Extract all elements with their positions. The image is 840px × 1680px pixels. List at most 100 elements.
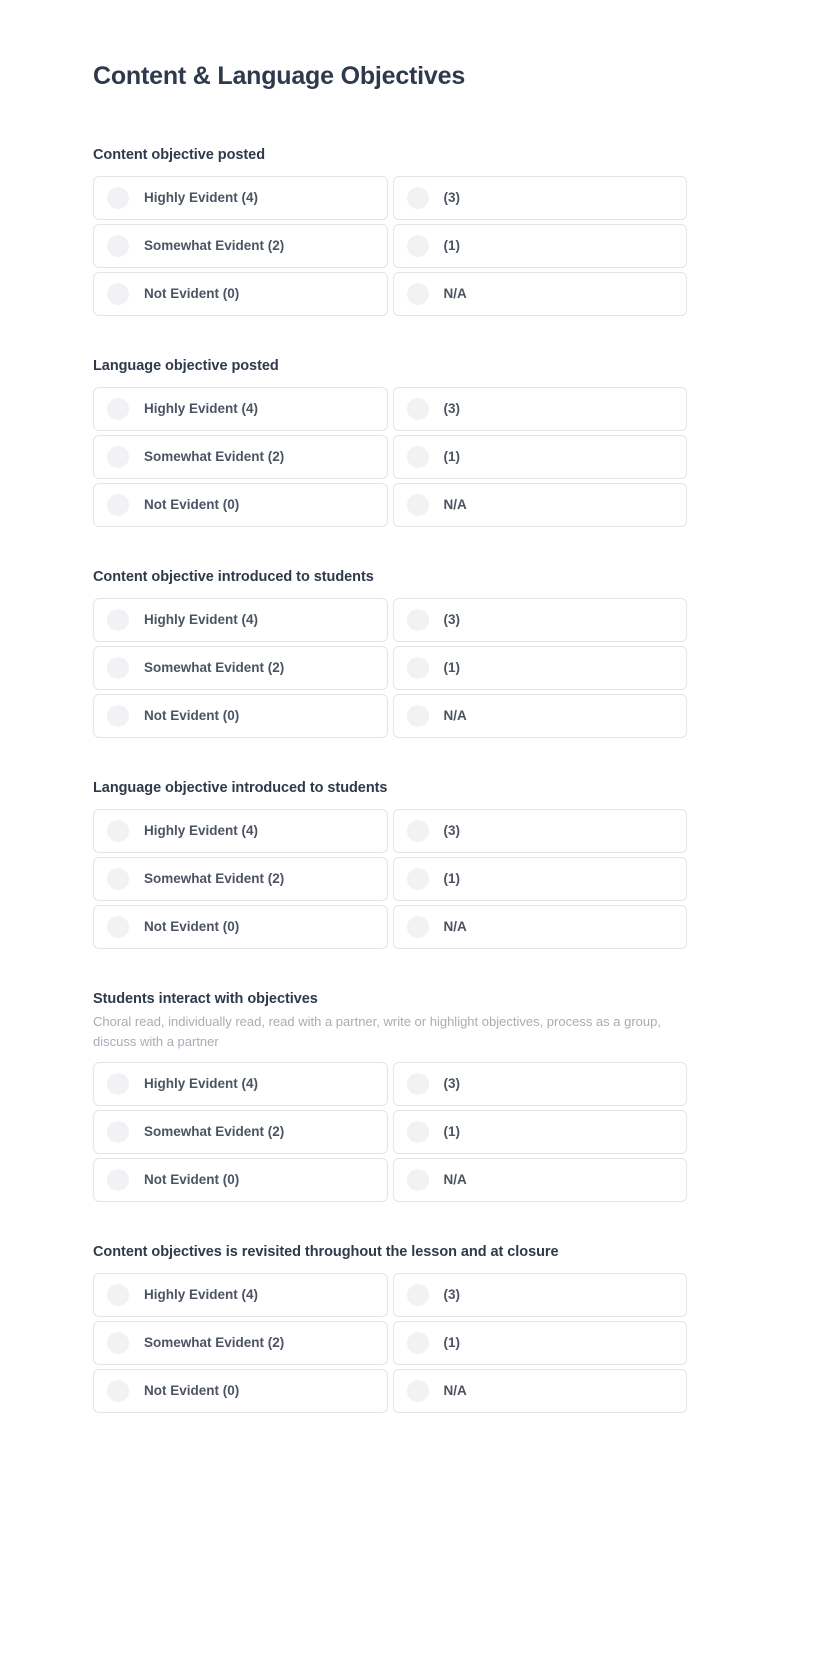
radio-unselected-icon[interactable] (107, 494, 129, 516)
option-label: Somewhat Evident (2) (144, 660, 285, 675)
option-label: (1) (443, 1335, 461, 1350)
radio-unselected-icon[interactable] (107, 820, 129, 842)
option-label: Somewhat Evident (2) (144, 449, 285, 464)
option-card[interactable]: N/A (392, 272, 687, 316)
radio-unselected-icon[interactable] (406, 657, 429, 679)
radio-unselected-icon[interactable] (406, 705, 429, 727)
option-label: Not Evident (0) (144, 919, 240, 934)
option-card[interactable]: Highly Evident (4) (93, 809, 388, 853)
radio-unselected-icon[interactable] (406, 1169, 429, 1191)
option-card[interactable]: (3) (392, 1062, 687, 1106)
option-label: (1) (443, 1124, 461, 1139)
option-label: N/A (443, 1383, 467, 1398)
radio-unselected-icon[interactable] (107, 1284, 129, 1306)
radio-unselected-icon[interactable] (107, 705, 129, 727)
options-grid: Highly Evident (4) (3) Somewhat Evident (2… (93, 1273, 687, 1413)
option-card[interactable]: Highly Evident (4) (93, 387, 388, 431)
option-card[interactable]: (1) (392, 857, 687, 901)
option-card[interactable]: (1) (392, 1110, 687, 1154)
option-card[interactable]: Highly Evident (4) (93, 1062, 388, 1106)
option-card[interactable]: (1) (392, 646, 687, 690)
radio-unselected-icon[interactable] (107, 187, 129, 209)
option-card[interactable]: Somewhat Evident (2) (93, 646, 388, 690)
radio-unselected-icon[interactable] (107, 868, 129, 890)
radio-unselected-icon[interactable] (107, 657, 129, 679)
section-title: Content objectives is revisited througho… (93, 1244, 559, 1260)
option-card[interactable]: Somewhat Evident (2) (93, 224, 388, 268)
option-label: (3) (443, 1076, 461, 1091)
question-section-language-objective-posted: Language objective posted Highly Evident … (93, 356, 687, 527)
radio-unselected-icon[interactable] (107, 283, 129, 305)
radio-unselected-icon[interactable] (406, 609, 429, 631)
radio-unselected-icon[interactable] (107, 446, 129, 468)
radio-unselected-icon[interactable] (406, 235, 429, 257)
radio-unselected-icon[interactable] (406, 187, 429, 209)
option-card[interactable]: (1) (392, 224, 687, 268)
options-grid: Highly Evident (4) (3) Somewhat Evident (2… (93, 176, 687, 316)
radio-unselected-icon[interactable] (406, 398, 429, 420)
option-card[interactable]: N/A (392, 483, 687, 527)
option-card[interactable]: Not Evident (0) (93, 694, 388, 738)
option-card[interactable]: N/A (392, 1369, 687, 1413)
radio-unselected-icon[interactable] (406, 1121, 429, 1143)
radio-unselected-icon[interactable] (406, 1332, 429, 1354)
option-card[interactable]: N/A (392, 694, 687, 738)
options-grid: Highly Evident (4) (3) Somewhat Evident (2… (93, 598, 687, 738)
section-title: Content objective introduced to students (93, 569, 374, 585)
question-section-students-interact-with-objectives: Students interact with objectives Choral … (93, 989, 687, 1202)
options-grid: Highly Evident (4) (3) Somewhat Evident (2… (93, 809, 687, 949)
radio-unselected-icon[interactable] (107, 609, 129, 631)
option-label: (3) (443, 401, 461, 416)
option-label: (1) (443, 660, 461, 675)
option-card[interactable]: Highly Evident (4) (93, 1273, 388, 1317)
option-card[interactable]: (3) (392, 1273, 687, 1317)
question-section-language-objective-introduced: Language objective introduced to student… (93, 778, 687, 949)
option-card[interactable]: Somewhat Evident (2) (93, 1321, 388, 1365)
option-card[interactable]: Somewhat Evident (2) (93, 857, 388, 901)
option-card[interactable]: (3) (392, 387, 687, 431)
radio-unselected-icon[interactable] (107, 1073, 129, 1095)
radio-unselected-icon[interactable] (406, 1380, 429, 1402)
radio-unselected-icon[interactable] (406, 1284, 429, 1306)
option-card[interactable]: N/A (392, 905, 687, 949)
option-card[interactable]: (1) (392, 1321, 687, 1365)
radio-unselected-icon[interactable] (406, 820, 429, 842)
option-card[interactable]: Not Evident (0) (93, 1158, 388, 1202)
radio-unselected-icon[interactable] (406, 446, 429, 468)
option-label: Somewhat Evident (2) (144, 238, 285, 253)
radio-unselected-icon[interactable] (107, 1169, 129, 1191)
option-card[interactable]: Highly Evident (4) (93, 176, 388, 220)
option-label: (3) (443, 1287, 461, 1302)
option-card[interactable]: N/A (392, 1158, 687, 1202)
options-grid: Highly Evident (4) (3) Somewhat Evident (2… (93, 1062, 687, 1202)
option-card[interactable]: (1) (392, 435, 687, 479)
section-subtitle: Choral read, individually read, read wit… (93, 1014, 661, 1049)
radio-unselected-icon[interactable] (107, 1332, 129, 1354)
option-card[interactable]: Not Evident (0) (93, 483, 388, 527)
option-card[interactable]: (3) (392, 598, 687, 642)
observation-form-page: Content & Language Objectives Content ob… (0, 0, 840, 1680)
radio-unselected-icon[interactable] (107, 235, 129, 257)
option-card[interactable]: Somewhat Evident (2) (93, 1110, 388, 1154)
option-card[interactable]: Not Evident (0) (93, 1369, 388, 1413)
section-title: Language objective posted (93, 358, 279, 374)
radio-unselected-icon[interactable] (406, 1073, 429, 1095)
section-title: Students interact with objectives (93, 991, 318, 1007)
radio-unselected-icon[interactable] (107, 398, 129, 420)
option-card[interactable]: Highly Evident (4) (93, 598, 388, 642)
radio-unselected-icon[interactable] (406, 916, 429, 938)
radio-unselected-icon[interactable] (406, 494, 429, 516)
option-card[interactable]: Somewhat Evident (2) (93, 435, 388, 479)
radio-unselected-icon[interactable] (107, 1380, 129, 1402)
radio-unselected-icon[interactable] (107, 1121, 129, 1143)
option-card[interactable]: Not Evident (0) (93, 905, 388, 949)
radio-unselected-icon[interactable] (107, 916, 129, 938)
radio-unselected-icon[interactable] (406, 283, 429, 305)
radio-unselected-icon[interactable] (406, 868, 429, 890)
option-card[interactable]: (3) (392, 809, 687, 853)
options-grid: Highly Evident (4) (3) Somewhat Evident (2… (93, 387, 687, 527)
option-label: Highly Evident (4) (144, 823, 259, 838)
option-card[interactable]: (3) (392, 176, 687, 220)
option-card[interactable]: Not Evident (0) (93, 272, 388, 316)
option-label: (3) (443, 612, 461, 627)
